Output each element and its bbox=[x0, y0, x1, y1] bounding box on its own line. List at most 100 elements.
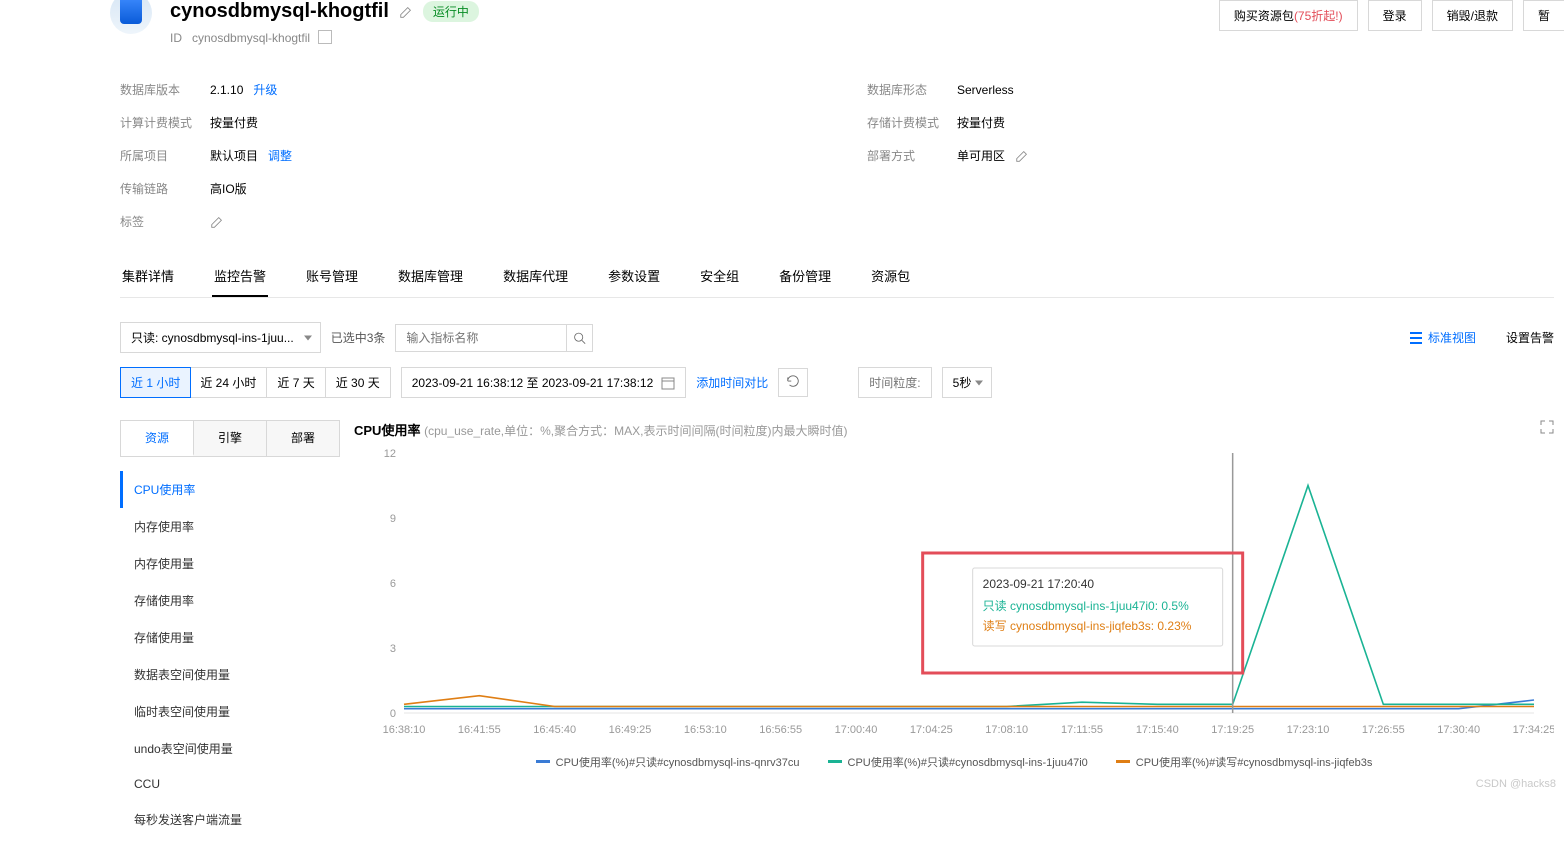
metric-category-tabs: 资源引擎部署 bbox=[120, 420, 340, 457]
login-button[interactable]: 登录 bbox=[1368, 0, 1422, 31]
info-label: 计算计费模式 bbox=[120, 114, 210, 131]
tab-数据库管理[interactable]: 数据库管理 bbox=[396, 256, 465, 297]
metric-tab-资源[interactable]: 资源 bbox=[121, 421, 194, 456]
metric-item[interactable]: 内存使用量 bbox=[120, 545, 340, 582]
time-range-option[interactable]: 近 1 小时 bbox=[120, 367, 191, 398]
search-button[interactable] bbox=[566, 325, 592, 351]
svg-text:读写 cynosdbmysql-ins-jiqfeb3s:: 读写 cynosdbmysql-ins-jiqfeb3s: 0.23% bbox=[983, 619, 1192, 633]
legend-item[interactable]: CPU使用率(%)#只读#cynosdbmysql-ins-1juu47i0 bbox=[828, 754, 1088, 770]
calendar-icon bbox=[661, 376, 675, 390]
tab-参数设置[interactable]: 参数设置 bbox=[606, 256, 662, 297]
datetime-range-picker[interactable]: 2023-09-21 16:38:12 至 2023-09-21 17:38:1… bbox=[401, 367, 687, 398]
info-label: 数据库形态 bbox=[867, 81, 957, 98]
buy-resource-button[interactable]: 购买资源包(75折起!) bbox=[1219, 0, 1358, 31]
tab-集群详情[interactable]: 集群详情 bbox=[120, 256, 176, 297]
fullscreen-button[interactable] bbox=[1540, 420, 1554, 437]
time-range-option[interactable]: 近 30 天 bbox=[326, 368, 390, 397]
svg-text:16:38:10: 16:38:10 bbox=[383, 724, 426, 736]
metric-item[interactable]: undo表空间使用量 bbox=[120, 730, 340, 767]
metric-item[interactable]: 每秒发送客户端流量 bbox=[120, 801, 340, 838]
svg-text:17:26:55: 17:26:55 bbox=[1362, 724, 1405, 736]
metric-item[interactable]: 内存使用率 bbox=[120, 508, 340, 545]
info-value: 按量付费 bbox=[957, 114, 1005, 131]
standard-view-link[interactable]: 标准视图 bbox=[1409, 329, 1476, 346]
list-icon bbox=[1409, 331, 1423, 345]
instance-select[interactable]: 只读: cynosdbmysql-ins-1juu... bbox=[120, 322, 321, 353]
info-label: 标签 bbox=[120, 213, 210, 230]
svg-text:12: 12 bbox=[384, 448, 396, 460]
svg-text:17:34:25: 17:34:25 bbox=[1513, 724, 1554, 736]
tab-监控告警[interactable]: 监控告警 bbox=[212, 256, 268, 297]
refresh-button[interactable] bbox=[778, 368, 808, 397]
info-label: 存储计费模式 bbox=[867, 114, 957, 131]
pause-button[interactable]: 暂 bbox=[1523, 0, 1564, 31]
granularity-label: 时间粒度: bbox=[858, 367, 931, 398]
info-label: 部署方式 bbox=[867, 147, 957, 164]
legend-item[interactable]: CPU使用率(%)#只读#cynosdbmysql-ins-qnrv37cu bbox=[536, 754, 800, 770]
tab-账号管理[interactable]: 账号管理 bbox=[304, 256, 360, 297]
set-alarm-link[interactable]: 设置告警 bbox=[1506, 329, 1554, 346]
time-range-option[interactable]: 近 7 天 bbox=[267, 368, 325, 397]
info-value bbox=[210, 215, 224, 229]
svg-text:17:23:10: 17:23:10 bbox=[1287, 724, 1330, 736]
info-link[interactable]: 升级 bbox=[253, 81, 277, 98]
refresh-icon bbox=[786, 374, 800, 388]
info-label: 数据库版本 bbox=[120, 81, 210, 98]
metric-item[interactable]: 数据表空间使用量 bbox=[120, 656, 340, 693]
granularity-select[interactable]: 5秒 bbox=[942, 367, 993, 398]
edit-icon[interactable] bbox=[210, 215, 224, 229]
svg-text:17:00:40: 17:00:40 bbox=[835, 724, 878, 736]
info-row: 传输链路 高IO版 bbox=[120, 172, 807, 205]
edit-icon[interactable] bbox=[1015, 149, 1029, 163]
tab-数据库代理[interactable]: 数据库代理 bbox=[501, 256, 570, 297]
id-value: cynosdbmysql-khogtfil bbox=[192, 31, 310, 45]
metric-item[interactable]: CPU使用率 bbox=[120, 471, 340, 508]
svg-text:16:45:40: 16:45:40 bbox=[533, 724, 576, 736]
metric-item[interactable]: 存储使用率 bbox=[120, 582, 340, 619]
info-row: 标签 bbox=[120, 205, 807, 238]
info-value: Serverless bbox=[957, 83, 1014, 97]
svg-text:16:49:25: 16:49:25 bbox=[609, 724, 652, 736]
svg-text:9: 9 bbox=[390, 513, 396, 525]
datetime-range-label: 2023-09-21 16:38:12 至 2023-09-21 17:38:1… bbox=[412, 374, 654, 391]
edit-title-icon[interactable] bbox=[399, 5, 413, 19]
info-row: 存储计费模式 按量付费 bbox=[867, 106, 1554, 139]
time-range-option[interactable]: 近 24 小时 bbox=[190, 368, 267, 397]
standard-view-label: 标准视图 bbox=[1428, 329, 1476, 346]
buy-promo-label: (75折起!) bbox=[1294, 9, 1343, 23]
tab-资源包[interactable]: 资源包 bbox=[869, 256, 912, 297]
svg-text:只读 cynosdbmysql-ins-1juu47i0:: 只读 cynosdbmysql-ins-1juu47i0: 0.5% bbox=[983, 599, 1189, 613]
metric-tab-引擎[interactable]: 引擎 bbox=[194, 421, 267, 456]
cluster-logo bbox=[110, 0, 152, 34]
svg-text:17:08:10: 17:08:10 bbox=[985, 724, 1028, 736]
tab-安全组[interactable]: 安全组 bbox=[698, 256, 741, 297]
metric-item[interactable]: 临时表空间使用量 bbox=[120, 693, 340, 730]
info-value: 按量付费 bbox=[210, 114, 258, 131]
tab-备份管理[interactable]: 备份管理 bbox=[777, 256, 833, 297]
metric-tab-部署[interactable]: 部署 bbox=[267, 421, 339, 456]
svg-text:17:19:25: 17:19:25 bbox=[1211, 724, 1254, 736]
svg-text:3: 3 bbox=[390, 643, 396, 655]
legend-swatch bbox=[536, 760, 550, 763]
cpu-usage-chart[interactable]: 03691216:38:1016:41:5516:45:4016:49:2516… bbox=[354, 443, 1554, 743]
copy-id-icon[interactable] bbox=[320, 32, 332, 44]
chart-title: CPU使用率 bbox=[354, 423, 420, 438]
info-row: 数据库形态 Serverless bbox=[867, 73, 1554, 106]
legend-swatch bbox=[1116, 760, 1130, 763]
svg-text:17:11:55: 17:11:55 bbox=[1061, 724, 1103, 736]
info-row: 所属项目 默认项目 调整 bbox=[120, 139, 807, 172]
legend-item[interactable]: CPU使用率(%)#读写#cynosdbmysql-ins-jiqfeb3s bbox=[1116, 754, 1373, 770]
selected-count: 已选中3条 bbox=[331, 329, 386, 346]
metric-list: CPU使用率内存使用率内存使用量存储使用率存储使用量数据表空间使用量临时表空间使… bbox=[120, 471, 340, 838]
info-value: 默认项目 调整 bbox=[210, 147, 292, 164]
legend-swatch bbox=[828, 760, 842, 763]
metric-item[interactable]: 存储使用量 bbox=[120, 619, 340, 656]
svg-text:16:56:55: 16:56:55 bbox=[759, 724, 802, 736]
add-time-compare-link[interactable]: 添加时间对比 bbox=[696, 374, 768, 391]
info-link[interactable]: 调整 bbox=[268, 147, 292, 164]
svg-text:16:53:10: 16:53:10 bbox=[684, 724, 727, 736]
destroy-button[interactable]: 销毁/退款 bbox=[1432, 0, 1513, 31]
metric-search-input[interactable] bbox=[396, 325, 566, 351]
buy-resource-label: 购买资源包 bbox=[1234, 9, 1294, 23]
svg-text:17:04:25: 17:04:25 bbox=[910, 724, 953, 736]
